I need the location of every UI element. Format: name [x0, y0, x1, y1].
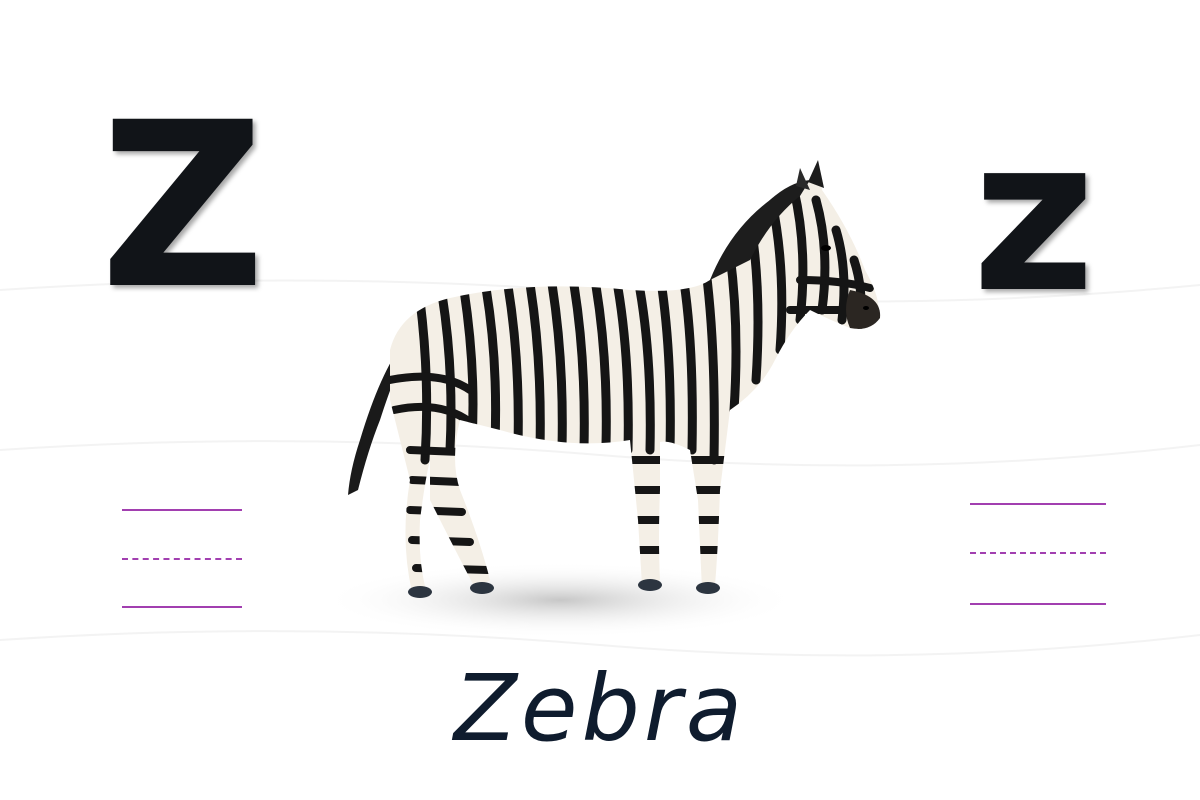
word-label: Zebra [453, 655, 747, 762]
zebra-icon [320, 160, 881, 638]
zebra-image [320, 160, 930, 640]
left-guide-middle-line [122, 558, 242, 560]
uppercase-letter: Z [100, 73, 266, 339]
right-guide-bottom-line [970, 603, 1106, 605]
alphabet-card: Z z Zebra [0, 0, 1200, 800]
right-guide-middle-line [970, 552, 1106, 554]
right-guide-top-line [970, 503, 1106, 505]
lowercase-letter: z [972, 92, 1096, 339]
left-guide-top-line [122, 509, 242, 511]
left-guide-bottom-line [122, 606, 242, 608]
